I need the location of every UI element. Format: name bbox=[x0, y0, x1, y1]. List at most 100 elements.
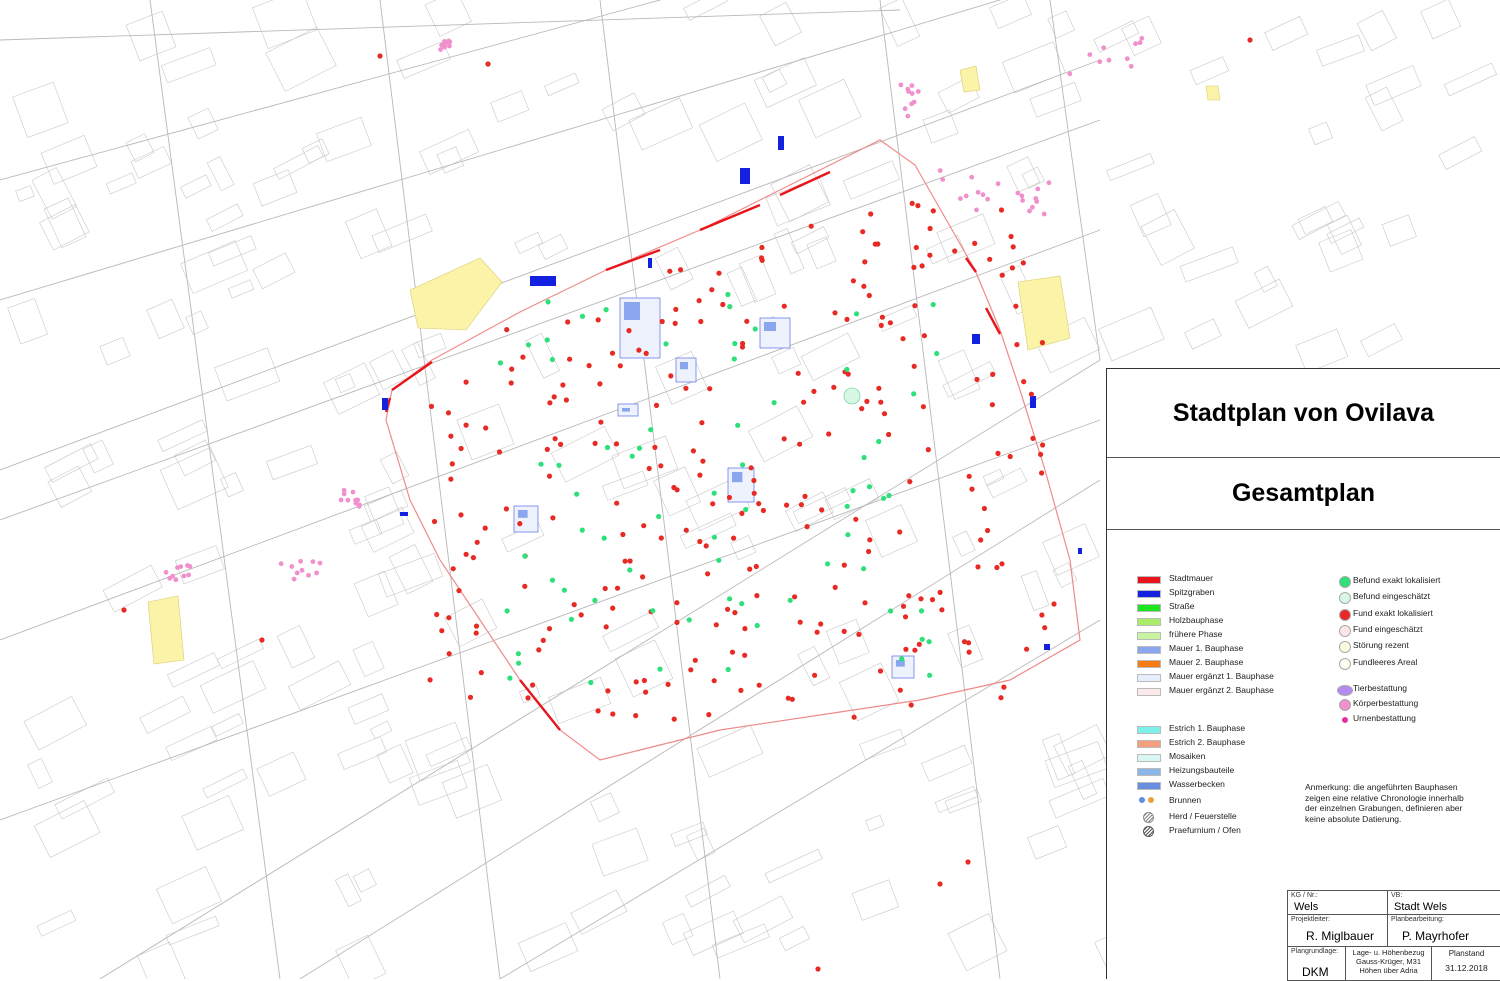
cadastre-parcel bbox=[160, 47, 217, 84]
fund-marker bbox=[713, 622, 719, 628]
title-box: Stadtplan von Ovilava bbox=[1107, 369, 1500, 458]
cadastre-parcel bbox=[1381, 214, 1417, 247]
cadastre-parcel bbox=[82, 439, 114, 474]
befund-marker bbox=[515, 651, 522, 657]
cadastre-parcel bbox=[187, 107, 219, 140]
befund-marker bbox=[888, 608, 894, 614]
befund-marker bbox=[930, 301, 936, 308]
legend-label-fundleeres-areal: Fundleeres Areal bbox=[1353, 657, 1418, 667]
fund-marker bbox=[798, 502, 805, 508]
fund-marker bbox=[919, 263, 925, 269]
cadastre-parcel bbox=[1027, 825, 1068, 860]
koerperbestattung-marker bbox=[937, 168, 943, 174]
fund-marker bbox=[802, 493, 808, 499]
fund-marker bbox=[448, 433, 454, 439]
fund-marker bbox=[706, 712, 712, 718]
koerperbestattung-marker bbox=[1067, 71, 1073, 77]
koerperbestattung-marker bbox=[915, 89, 921, 94]
cadastre-parcel bbox=[798, 78, 862, 139]
fund-marker bbox=[832, 310, 838, 316]
tb-projektleiter-label: Projektleiter: bbox=[1291, 916, 1330, 923]
fund-marker bbox=[792, 594, 798, 600]
fund-marker bbox=[726, 494, 733, 501]
cadastre-parcel bbox=[865, 814, 885, 832]
fund-marker bbox=[536, 647, 542, 653]
legend-label-fund-eingesch-tzt: Fund eingeschätzt bbox=[1353, 624, 1423, 634]
befund-marker bbox=[711, 490, 717, 496]
fund-marker bbox=[744, 318, 750, 324]
befund-marker bbox=[507, 675, 513, 681]
fundleeres-areal bbox=[409, 257, 503, 331]
cadastre-parcel bbox=[105, 172, 137, 195]
fund-marker bbox=[853, 516, 859, 522]
befund-marker bbox=[604, 444, 611, 451]
cadastre-parcel bbox=[1234, 278, 1294, 329]
fund-marker bbox=[995, 450, 1001, 456]
cadastre-parcel bbox=[31, 167, 78, 220]
street-line bbox=[149, 0, 281, 979]
fund-marker bbox=[478, 670, 484, 676]
fund-marker bbox=[508, 380, 514, 386]
fund-marker bbox=[903, 646, 909, 652]
cadastre-parcel bbox=[252, 169, 298, 207]
cadastre-parcel bbox=[185, 310, 209, 336]
cadastre-parcel bbox=[54, 777, 116, 820]
legend-label-mauer-erg-nzt-2-bauphase: Mauer ergänzt 2. Bauphase bbox=[1169, 685, 1274, 695]
tb-kg-label: KG / Nr.: bbox=[1291, 892, 1318, 899]
legend-note: Anmerkung: die angeführten Bauphasen zei… bbox=[1305, 782, 1464, 824]
koerperbestattung-marker bbox=[338, 497, 344, 503]
cadastre-parcel bbox=[348, 518, 383, 545]
stadtmauer-segment bbox=[699, 203, 761, 232]
spitzgraben-block bbox=[400, 512, 408, 516]
koerperbestattung-marker bbox=[902, 106, 908, 112]
fund-marker bbox=[710, 501, 716, 507]
fund-marker bbox=[906, 593, 912, 599]
cadastre-parcel bbox=[1318, 229, 1364, 273]
fund-marker bbox=[742, 652, 748, 658]
befund-marker bbox=[592, 597, 598, 604]
fund-marker bbox=[819, 507, 825, 513]
fund-marker bbox=[897, 687, 903, 693]
fund-marker bbox=[688, 667, 694, 673]
fund-marker bbox=[866, 548, 872, 555]
cadastre-parcel bbox=[864, 504, 918, 558]
fund-marker bbox=[985, 527, 991, 534]
fund-marker bbox=[673, 306, 679, 312]
fund-marker bbox=[522, 583, 528, 589]
fund-marker bbox=[920, 404, 927, 410]
legend-label-k-rperbestattung: Körperbestattung bbox=[1353, 698, 1419, 708]
fund-marker bbox=[716, 270, 722, 276]
cadastre-parcel bbox=[770, 164, 830, 223]
koerperbestattung-marker bbox=[909, 91, 915, 96]
koerperbestattung-marker bbox=[909, 83, 915, 88]
legend-label-stadtmauer: Stadtmauer bbox=[1169, 573, 1213, 583]
cadastre-parcel bbox=[711, 923, 770, 959]
koerperbestattung-marker bbox=[438, 47, 443, 52]
fund-marker bbox=[567, 356, 573, 362]
legend-swatch-mauer-2-bauphase bbox=[1137, 660, 1161, 668]
koerperbestattung-marker bbox=[940, 177, 946, 182]
fund-marker bbox=[860, 229, 866, 235]
fund-marker bbox=[751, 477, 757, 484]
fund-marker bbox=[804, 524, 810, 530]
fund-marker bbox=[912, 647, 918, 653]
fund-marker bbox=[571, 602, 577, 608]
befund-marker bbox=[650, 608, 656, 614]
befund-marker bbox=[627, 567, 633, 573]
fund-marker bbox=[1247, 37, 1253, 43]
subtitle-box: Gesamtplan bbox=[1107, 457, 1500, 530]
cadastre-parcel bbox=[1356, 10, 1397, 52]
fund-marker bbox=[866, 292, 872, 299]
tb-planbearbeitung-label: Planbearbeitung: bbox=[1391, 916, 1444, 923]
cadastre-parcel bbox=[1253, 265, 1278, 293]
fund-marker bbox=[911, 264, 917, 270]
fund-marker bbox=[427, 677, 433, 683]
legend-label-befund-eingesch-tzt: Befund eingeschätzt bbox=[1353, 591, 1431, 601]
fund-marker bbox=[832, 584, 838, 591]
koerperbestattung-marker bbox=[278, 561, 284, 567]
cadastre-parcel bbox=[550, 425, 620, 483]
cadastre-parcel bbox=[517, 922, 579, 972]
legend-swatch-mauer-erg-nzt-1-bauphase bbox=[1137, 674, 1161, 682]
fund-marker bbox=[753, 563, 759, 570]
fund-marker bbox=[1001, 684, 1007, 690]
